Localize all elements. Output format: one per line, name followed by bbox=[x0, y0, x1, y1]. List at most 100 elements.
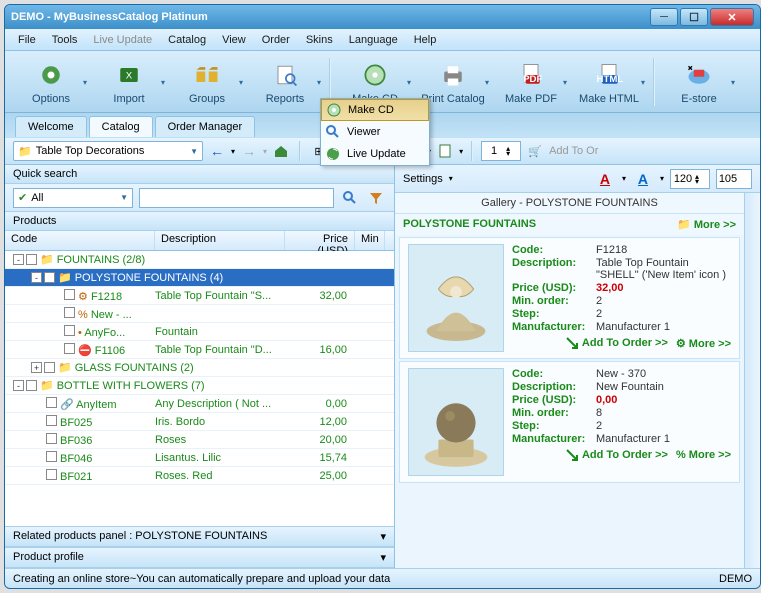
menu-file[interactable]: File bbox=[11, 32, 43, 48]
table-row[interactable]: • AnyFo...Fountain bbox=[5, 323, 394, 341]
svg-text:PDF: PDF bbox=[523, 74, 542, 85]
chevron-down-icon: ▾ bbox=[263, 147, 267, 156]
search-input[interactable] bbox=[139, 188, 334, 208]
height-input[interactable] bbox=[717, 173, 739, 185]
options-button[interactable]: Options▾ bbox=[13, 54, 89, 110]
header-min[interactable]: Min bbox=[355, 231, 385, 250]
menu-catalog[interactable]: Catalog bbox=[161, 32, 213, 48]
chevron-down-icon[interactable]: ▾ bbox=[660, 174, 664, 183]
home-icon[interactable] bbox=[271, 141, 291, 161]
tab-order-manager[interactable]: Order Manager bbox=[155, 116, 256, 137]
grid-header: Code Description Price (USD) Min bbox=[5, 231, 394, 251]
checkbox[interactable] bbox=[64, 343, 75, 354]
expander-icon[interactable]: - bbox=[13, 380, 24, 391]
checkbox[interactable] bbox=[64, 325, 75, 336]
filter-icon[interactable] bbox=[366, 188, 386, 208]
font-color-button-2[interactable]: A bbox=[632, 169, 654, 189]
checkbox[interactable] bbox=[46, 397, 57, 408]
dropdown-item-viewer[interactable]: Viewer bbox=[321, 121, 429, 143]
chevron-down-icon[interactable]: ▾ bbox=[622, 174, 626, 183]
table-row[interactable]: ⛔ F1106Table Top Fountain "D...16,00 bbox=[5, 341, 394, 359]
chevron-down-icon: ▾ bbox=[563, 78, 567, 87]
reports-button[interactable]: Reports▾ bbox=[247, 54, 323, 110]
settings-link[interactable]: Settings bbox=[403, 173, 443, 185]
width-input[interactable] bbox=[671, 173, 695, 185]
table-row[interactable]: 🔗 AnyItemAny Description ( Not ...0,00 bbox=[5, 395, 394, 413]
width-spinner[interactable]: ▴▾ bbox=[670, 169, 710, 189]
tab-welcome[interactable]: Welcome bbox=[15, 116, 87, 137]
add-to-order-button[interactable]: Add To Order >> bbox=[564, 447, 668, 463]
tree-group[interactable]: -📁POLYSTONE FOUNTAINS (4) bbox=[5, 269, 394, 287]
checkbox[interactable] bbox=[46, 469, 57, 480]
minimize-button[interactable]: ─ bbox=[650, 8, 678, 26]
sheet-icon[interactable] bbox=[435, 141, 455, 161]
dropdown-item-live-update[interactable]: Live Update bbox=[321, 143, 429, 165]
chevron-down-icon[interactable]: ▾ bbox=[231, 147, 235, 156]
search-icon[interactable] bbox=[340, 188, 360, 208]
tree-group[interactable]: +📁GLASS FOUNTAINS (2) bbox=[5, 359, 394, 377]
products-grid[interactable]: -📁FOUNTAINS (2/8)-📁POLYSTONE FOUNTAINS (… bbox=[5, 251, 394, 526]
height-spinner[interactable] bbox=[716, 169, 752, 189]
dropdown-item-make-cd[interactable]: Make CD bbox=[321, 99, 429, 121]
more-button[interactable]: % More >> bbox=[676, 447, 731, 463]
page-spinner[interactable]: ▴▾ bbox=[481, 141, 521, 161]
checkbox[interactable] bbox=[46, 451, 57, 462]
table-row[interactable]: % New - ... bbox=[5, 305, 394, 323]
menu-tools[interactable]: Tools bbox=[45, 32, 85, 48]
table-row[interactable]: BF021Roses. Red25,00 bbox=[5, 467, 394, 485]
checkbox[interactable] bbox=[44, 362, 55, 373]
search-scope-combo[interactable]: ✔ All ▼ bbox=[13, 188, 133, 208]
maximize-button[interactable]: ☐ bbox=[680, 8, 708, 26]
expander-icon[interactable]: + bbox=[31, 362, 42, 373]
link-icon: 🔗 bbox=[60, 399, 74, 411]
chevron-down-icon: ▾ bbox=[161, 78, 165, 87]
e-store-button[interactable]: E-store▾ bbox=[661, 54, 737, 110]
menu-live-update: Live Update bbox=[86, 32, 159, 48]
chevron-down-icon[interactable]: ▾ bbox=[449, 174, 453, 183]
table-row[interactable]: ⚙ F1218Table Top Fountain "S...32,00 bbox=[5, 287, 394, 305]
related-panel-header[interactable]: Related products panel : POLYSTONE FOUNT… bbox=[5, 526, 394, 547]
import-button[interactable]: XImport▾ bbox=[91, 54, 167, 110]
menu-view[interactable]: View bbox=[215, 32, 253, 48]
make-pdf-button[interactable]: PDFMake PDF▾ bbox=[493, 54, 569, 110]
nav-back-button[interactable]: ← bbox=[207, 141, 227, 161]
expander-icon[interactable]: - bbox=[31, 272, 42, 283]
makecd-dropdown[interactable]: Make CDViewerLive Update bbox=[320, 98, 430, 166]
tree-group[interactable]: -📁BOTTLE WITH FLOWERS (7) bbox=[5, 377, 394, 395]
more-button[interactable]: ⚙ More >> bbox=[676, 335, 731, 351]
make-html-button[interactable]: HTMLMake HTML▾ bbox=[571, 54, 647, 110]
checkbox[interactable] bbox=[64, 307, 75, 318]
page-input[interactable] bbox=[482, 145, 506, 157]
header-description[interactable]: Description bbox=[155, 231, 285, 250]
checkbox[interactable] bbox=[26, 254, 37, 265]
menu-order[interactable]: Order bbox=[255, 32, 297, 48]
checkbox[interactable] bbox=[64, 289, 75, 300]
tab-catalog[interactable]: Catalog bbox=[89, 116, 153, 137]
header-code[interactable]: Code bbox=[5, 231, 155, 250]
groups-button[interactable]: Groups▾ bbox=[169, 54, 245, 110]
checkbox[interactable] bbox=[26, 380, 37, 391]
font-color-button[interactable]: A bbox=[594, 169, 616, 189]
menu-help[interactable]: Help bbox=[407, 32, 444, 48]
more-link[interactable]: 📁 More >> bbox=[677, 218, 736, 231]
close-button[interactable]: ✕ bbox=[710, 8, 754, 26]
table-row[interactable]: BF036Roses20,00 bbox=[5, 431, 394, 449]
group-combo[interactable]: 📁 Table Top Decorations ▼ bbox=[13, 141, 203, 161]
expander-icon[interactable]: - bbox=[13, 254, 24, 265]
checkbox[interactable] bbox=[46, 415, 57, 426]
header-price[interactable]: Price (USD) bbox=[285, 231, 355, 250]
profile-panel-header[interactable]: Product profile ▾ bbox=[5, 547, 394, 568]
menu-skins[interactable]: Skins bbox=[299, 32, 340, 48]
chevron-down-icon[interactable]: ▾ bbox=[459, 147, 463, 156]
checkbox[interactable] bbox=[46, 433, 57, 444]
add-to-order-button[interactable]: Add To Order >> bbox=[564, 335, 668, 351]
checkbox[interactable] bbox=[44, 272, 55, 283]
vertical-scrollbar[interactable] bbox=[744, 193, 760, 568]
cart-icon[interactable]: 🛒 bbox=[525, 141, 545, 161]
menu-language[interactable]: Language bbox=[342, 32, 405, 48]
table-row[interactable]: BF025Iris. Bordo12,00 bbox=[5, 413, 394, 431]
table-row[interactable]: BF046Lisantus. Lilic15,74 bbox=[5, 449, 394, 467]
card-field-label: Code: bbox=[512, 244, 596, 256]
card-field-label: Manufacturer: bbox=[512, 433, 596, 445]
tree-group[interactable]: -📁FOUNTAINS (2/8) bbox=[5, 251, 394, 269]
